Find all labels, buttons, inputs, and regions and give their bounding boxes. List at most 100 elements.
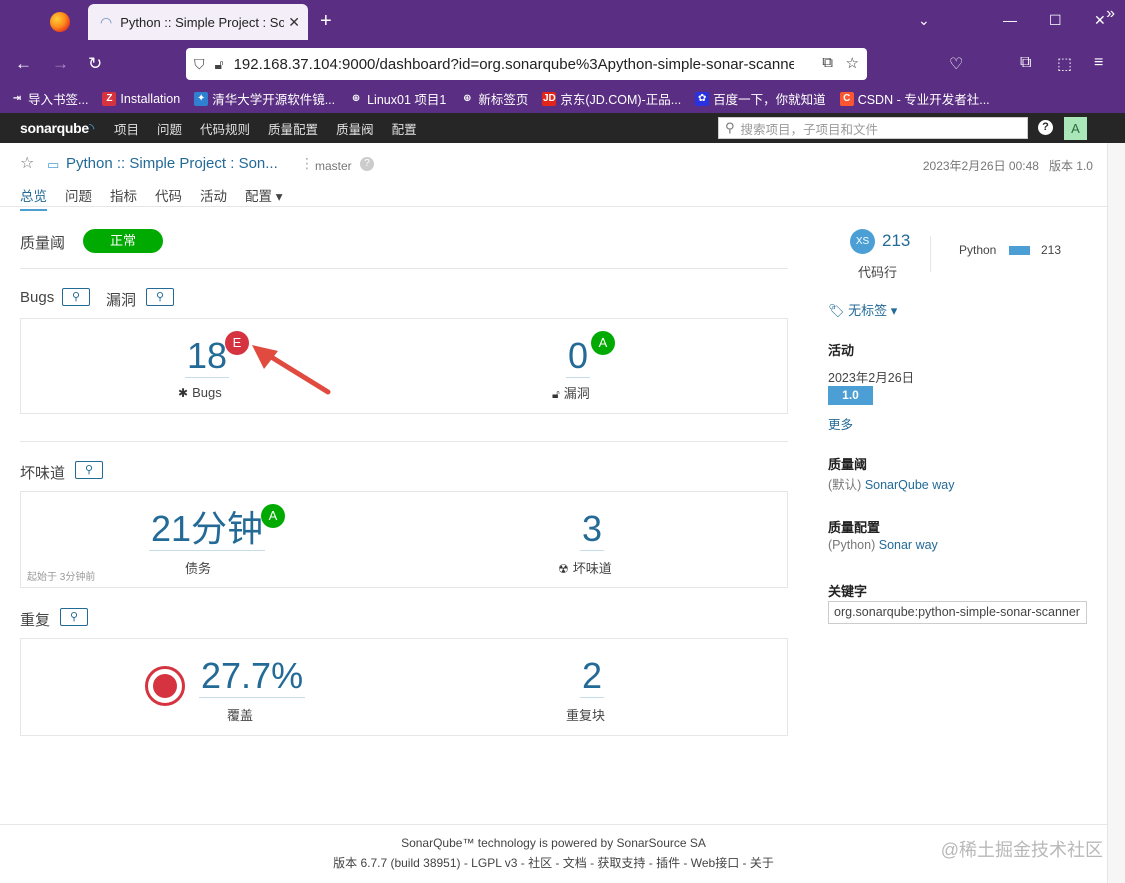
chevron-down-icon[interactable]: ⌄ — [918, 12, 930, 29]
branch-help-icon[interactable]: ? — [360, 157, 374, 171]
avatar[interactable]: A — [1064, 117, 1087, 140]
project-key-title: 关键字 — [828, 584, 868, 599]
project-icon: ▭ — [47, 157, 60, 172]
forward-icon[interactable]: → — [52, 54, 69, 74]
sonarqube-favicon-icon: ◠ — [100, 13, 113, 30]
tab-measures[interactable]: 指标 — [110, 185, 137, 211]
code-smells-section-title: 坏味道 — [20, 465, 66, 482]
more-activity-link[interactable]: 更多 — [828, 414, 853, 433]
duplicated-blocks-value[interactable]: 2 — [580, 655, 605, 698]
bugs-card: 18 E ✱ Bugs 0 A 🔓︎ 漏洞 — [20, 318, 788, 414]
nav-quality-gates[interactable]: 质量阀 — [336, 119, 374, 138]
url-text[interactable]: 192.168.37.104:9000/dashboard?id=org.son… — [234, 56, 794, 73]
code-smells-value[interactable]: 3 — [580, 508, 605, 551]
tags-dropdown[interactable]: 🏷︎ 无标签 ▾ — [828, 300, 897, 319]
help-icon[interactable]: ? — [1038, 120, 1053, 135]
bookmark-label: 京东(JD.COM)-正品... — [560, 93, 682, 107]
nav-issues[interactable]: 问题 — [157, 119, 182, 138]
quality-gate-title: 质量阈 — [828, 457, 868, 472]
duplications-drilldown-icon[interactable]: ⚲ — [60, 608, 88, 626]
extensions-icon[interactable]: ⬚ — [1057, 54, 1072, 74]
duplicated-blocks-label: 重复块 — [566, 708, 606, 723]
translate-extension-icon[interactable]: ⧉ — [1020, 54, 1031, 72]
bugs-value[interactable]: 18 — [185, 335, 230, 378]
reload-icon[interactable]: ↻ — [88, 54, 102, 74]
vulnerabilities-rating[interactable]: A — [591, 331, 615, 355]
sonarqube-logo[interactable]: sonarqube◝ — [20, 120, 94, 137]
bookmark-item[interactable]: ⇥ 导入书签... — [10, 89, 88, 108]
quality-gate-link[interactable]: SonarQube way — [865, 478, 955, 492]
bookmark-item[interactable]: ✿ 百度一下，你就知道 — [695, 89, 826, 108]
lock-icon[interactable]: 🔓︎ — [215, 56, 224, 73]
bookmark-item[interactable]: C CSDN - 专业开发者社... — [839, 89, 990, 108]
bookmark-favicon-icon: JD — [542, 91, 557, 106]
maximize-icon[interactable]: ☐ — [1049, 12, 1062, 29]
debt-value[interactable]: 21分钟 — [149, 508, 266, 551]
bookmark-label: CSDN - 专业开发者社... — [857, 93, 990, 107]
bugs-rating[interactable]: E — [225, 331, 249, 355]
quality-gate-status: 正常 — [83, 229, 163, 253]
bookmark-item[interactable]: ✦ 清华大学开源软件镜... — [194, 89, 335, 108]
activity-date: 2023年2月26日 — [828, 371, 915, 385]
translate-icon[interactable]: ⧉ — [822, 54, 833, 71]
tab-administration[interactable]: 配置 ▾ — [245, 185, 283, 211]
lines-of-code-value[interactable]: 213 — [882, 231, 910, 251]
tab-issues[interactable]: 问题 — [65, 185, 92, 211]
bookmark-item[interactable]: Z Installation — [102, 91, 180, 106]
window-close-icon[interactable]: ✕ — [1094, 12, 1106, 29]
browser-tab[interactable]: ◠ Python :: Simple Project : Son ✕ — [88, 4, 308, 40]
nav-projects[interactable]: 项目 — [114, 119, 139, 138]
nav-quality-profiles[interactable]: 质量配置 — [268, 119, 318, 138]
code-smells-drilldown-icon[interactable]: ⚲ — [75, 461, 103, 479]
code-smells-label: ☢ 坏味道 — [558, 561, 612, 576]
nav-administration[interactable]: 配置 — [392, 119, 417, 138]
project-header: ☆ ▭ Python :: Simple Project : Son... ⋮ … — [0, 143, 1107, 211]
bugs-drilldown-icon[interactable]: ⚲ — [62, 288, 90, 306]
bookmark-favicon-icon: ⇥ — [10, 91, 24, 106]
tag-icon: 🏷︎ — [828, 303, 845, 318]
browser-tab-bar: ◠ Python :: Simple Project : Son ✕ + ⌄ —… — [0, 0, 1125, 44]
watermark: @稀土掘金技术社区 — [940, 840, 1103, 860]
activity-version-badge: 1.0 — [828, 386, 873, 405]
nav-rules[interactable]: 代码规则 — [200, 119, 250, 138]
address-bar[interactable]: ⛉ 🔓︎ 192.168.37.104:9000/dashboard?id=or… — [186, 48, 867, 80]
more-bookmarks-icon[interactable]: » — [1106, 5, 1115, 23]
vulnerabilities-drilldown-icon[interactable]: ⚲ — [146, 288, 174, 306]
menu-icon[interactable]: ≡ — [1094, 54, 1103, 72]
tab-title: Python :: Simple Project : Son — [120, 14, 285, 30]
bookmark-item[interactable]: ⊕ 新标签页 — [460, 89, 528, 108]
debt-rating[interactable]: A — [261, 504, 285, 528]
bookmark-label: 清华大学开源软件镜... — [212, 93, 336, 107]
bookmark-item[interactable]: ⊕ Linux01 项目1 — [349, 89, 446, 108]
tab-overview[interactable]: 总览 — [20, 185, 47, 211]
vulnerabilities-section-title: 漏洞 — [106, 292, 137, 309]
branch-separator: ⋮ — [300, 155, 314, 171]
vulnerabilities-value[interactable]: 0 — [566, 335, 591, 378]
quality-profile-link[interactable]: Sonar way — [879, 538, 938, 552]
project-name[interactable]: Python :: Simple Project : Son... — [66, 155, 278, 172]
bugs-section-title: Bugs — [20, 289, 55, 306]
bug-icon: ✱ — [178, 386, 189, 400]
sonarqube-nav: sonarqube◝ 项目 问题 代码规则 质量配置 质量阀 配置 ⚲ 搜索项目… — [0, 113, 1125, 143]
project-key-field[interactable]: org.sonarqube:python-simple-sonar-scanne… — [828, 601, 1087, 624]
code-smells-card: 21分钟 A 债务 3 ☢ 坏味道 起始于 3分钟前 — [20, 491, 788, 588]
favorite-star-icon[interactable]: ☆ — [20, 153, 34, 173]
bookmark-favicon-icon: ✿ — [695, 91, 710, 106]
minimize-icon[interactable]: — — [1003, 12, 1017, 28]
back-icon[interactable]: ← — [15, 54, 32, 74]
bookmark-item[interactable]: JD 京东(JD.COM)-正品... — [542, 89, 681, 108]
coverage-value[interactable]: 27.7% — [199, 655, 306, 698]
pocket-icon[interactable]: ♡ — [949, 54, 963, 74]
tab-activity[interactable]: 活动 — [200, 185, 227, 211]
search-input[interactable]: ⚲ 搜索项目，子项目和文件 — [718, 117, 1028, 139]
duplications-section-title: 重复 — [20, 612, 51, 629]
scrollbar[interactable] — [1107, 143, 1125, 883]
coverage-donut-icon — [145, 666, 185, 706]
close-icon[interactable]: ✕ — [288, 14, 300, 31]
coverage-label: 覆盖 — [227, 708, 254, 723]
new-tab-icon[interactable]: + — [320, 10, 332, 33]
shield-icon[interactable]: ⛉ — [194, 56, 205, 73]
bookmark-star-icon[interactable]: ☆ — [846, 54, 859, 72]
tab-code[interactable]: 代码 — [155, 185, 182, 211]
bookmark-label: 导入书签... — [28, 93, 89, 107]
